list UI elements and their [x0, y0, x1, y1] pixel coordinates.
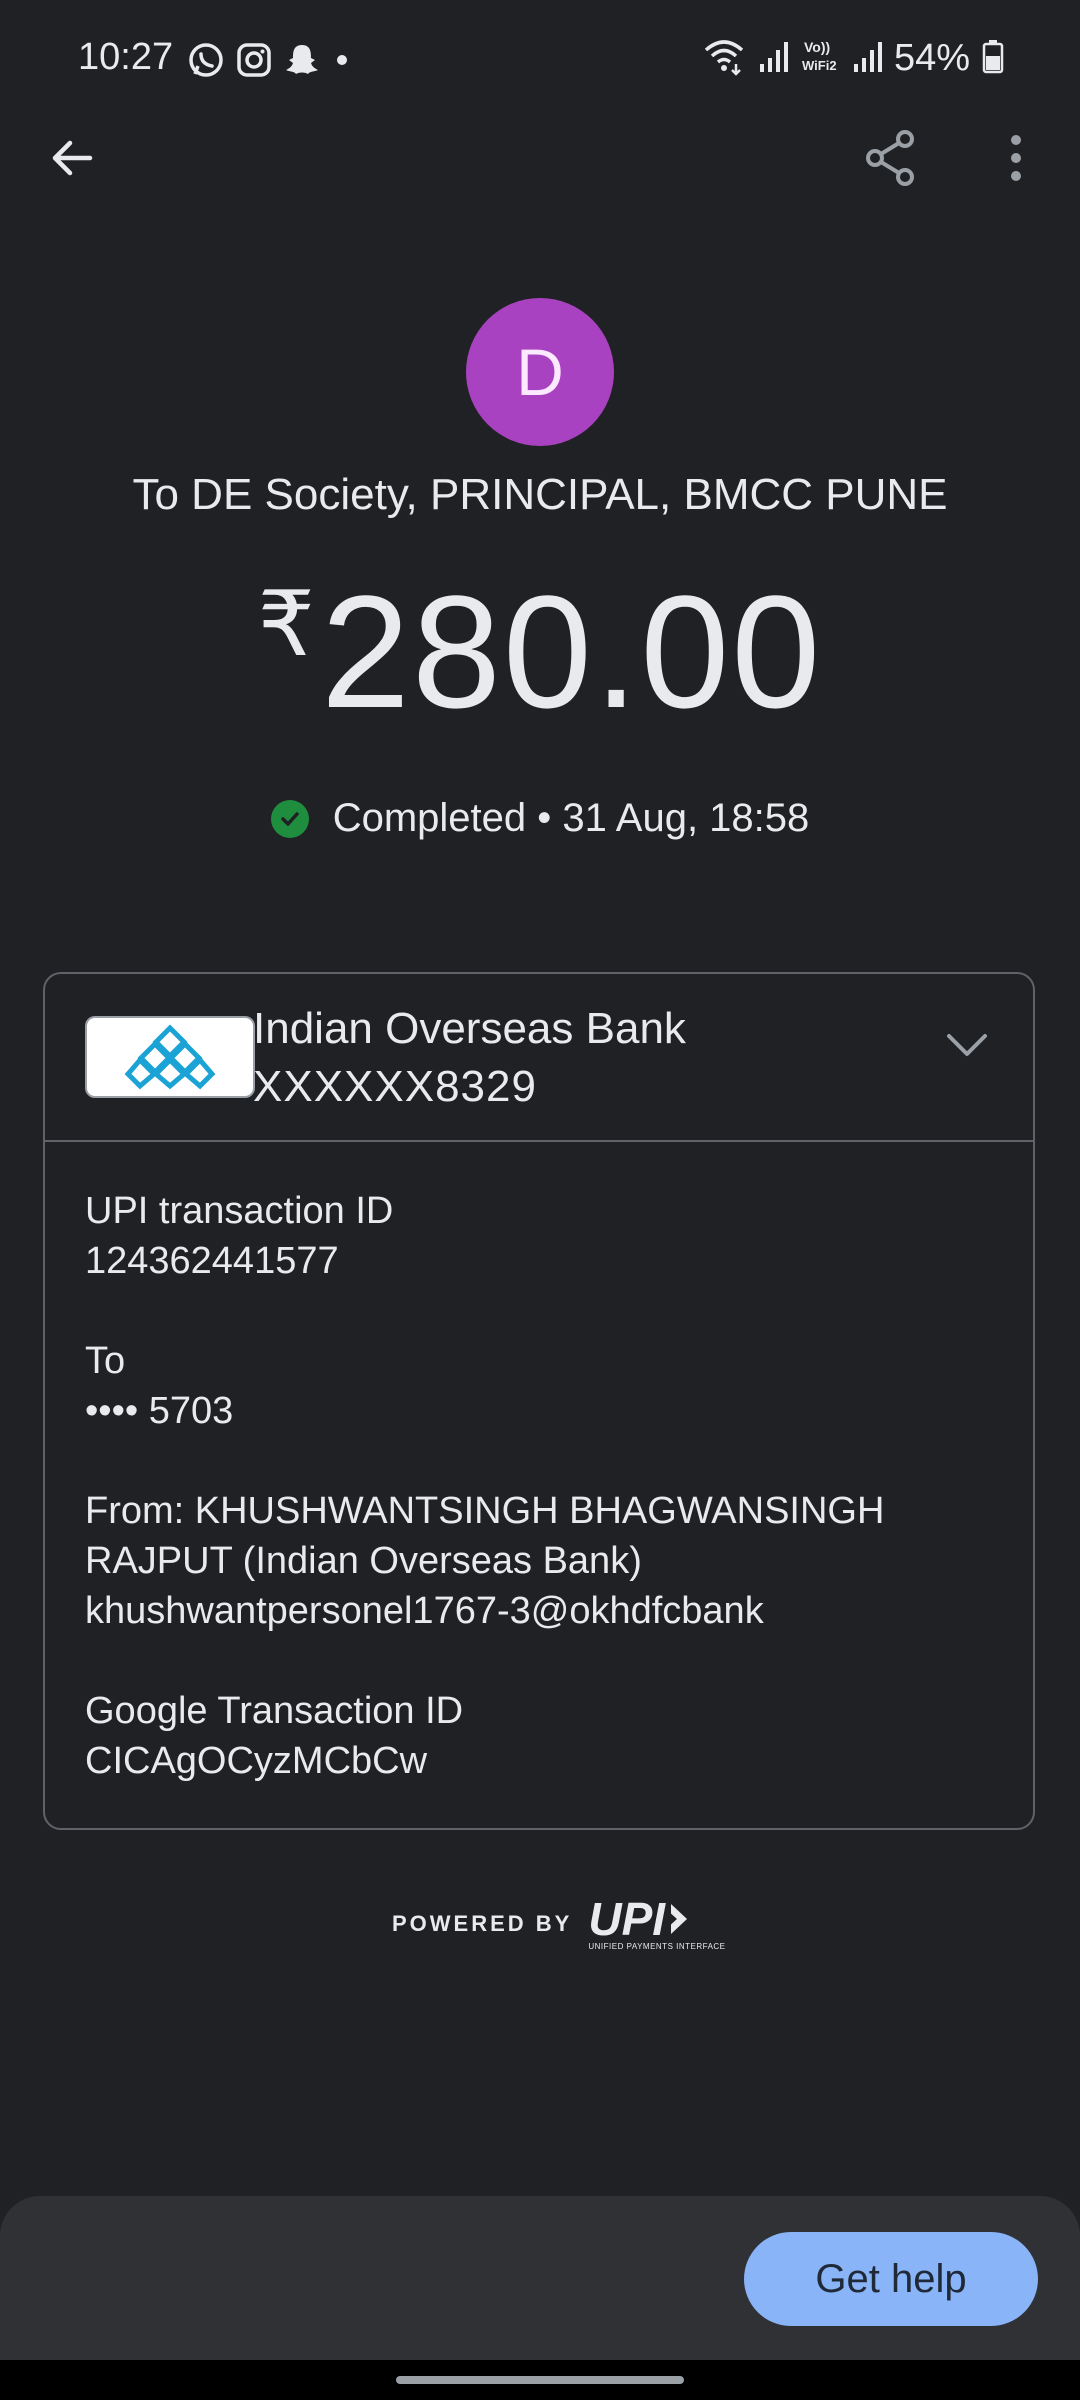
upi-transaction-id-value: 124362441577 — [85, 1240, 339, 1282]
bank-logo — [85, 1016, 255, 1098]
upi-logo: UPI UNIFIED PAYMENTS INTERFACE — [588, 1896, 725, 1951]
share-icon — [863, 129, 917, 192]
bank-name: Indian Overseas Bank — [253, 1004, 686, 1053]
from-line-2: RAJPUT (Indian Overseas Bank) — [85, 1540, 642, 1582]
upi-arrow-icon — [667, 1904, 688, 1934]
gesture-handle[interactable] — [396, 2376, 684, 2384]
instagram-icon — [236, 42, 272, 83]
powered-by-text: POWERED BY — [392, 1910, 573, 1936]
battery-percent: 54% — [893, 37, 970, 79]
google-transaction-id-label: Google Transaction ID — [85, 1690, 464, 1732]
amount-value: 280.00 — [320, 562, 823, 741]
system-icons: Vo)) WiFi2 54% — [702, 36, 1004, 81]
notification-icons — [186, 40, 352, 85]
google-transaction-id: Google Transaction ID CICAgOCyzMCbCw — [85, 1686, 1005, 1786]
share-button[interactable] — [854, 124, 926, 196]
avatar: D — [466, 298, 614, 446]
snapchat-icon — [282, 40, 322, 85]
get-help-button[interactable]: Get help — [744, 2232, 1038, 2326]
powered-by-upi: POWERED BY UPI UNIFIED PAYMENTS INTERFAC… — [392, 1896, 726, 1951]
back-button[interactable] — [36, 124, 108, 196]
svg-text:Vo)): Vo)) — [804, 39, 830, 55]
from-line-1: From: KHUSHWANTSINGH BHAGWANSINGH — [85, 1490, 885, 1532]
to-label: To — [85, 1340, 126, 1382]
upi-transaction-id: UPI transaction ID 124362441577 — [85, 1186, 1005, 1286]
avatar-letter: D — [516, 335, 564, 409]
to-value: •••• 5703 — [85, 1390, 234, 1432]
payment-status: Completed • 31 Aug, 18:58 — [0, 796, 1080, 841]
from-account: From: KHUSHWANTSINGH BHAGWANSINGH RAJPUT… — [85, 1486, 1005, 1636]
upi-logo-subtext: UNIFIED PAYMENTS INTERFACE — [588, 1942, 726, 1951]
amount: ₹280.00 — [0, 560, 1080, 744]
currency-symbol: ₹ — [257, 575, 317, 675]
transaction-details-card: Indian Overseas Bank XXXXXX8329 UPI tran… — [43, 972, 1035, 1830]
dot-icon — [332, 40, 352, 85]
upi-transaction-id-label: UPI transaction ID — [85, 1190, 394, 1232]
signal-icon — [758, 36, 788, 81]
status-time: 10:27 — [78, 36, 174, 78]
to-account: To •••• 5703 — [85, 1336, 1005, 1436]
payee-title: To DE Society, PRINCIPAL, BMCC PUNE — [132, 470, 948, 519]
battery-icon — [982, 36, 1004, 81]
google-transaction-id-value: CICAgOCyzMCbCw — [85, 1740, 428, 1782]
upi-logo-text: UPI — [588, 1893, 666, 1945]
system-navigation-bar — [0, 2360, 1080, 2400]
chevron-down-icon[interactable] — [945, 1030, 989, 1065]
more-options-button[interactable] — [980, 124, 1052, 196]
top-app-bar — [0, 120, 1080, 200]
bank-account-number: XXXXXX8329 — [253, 1062, 537, 1111]
volte-wifi-icon: Vo)) WiFi2 — [800, 36, 840, 81]
check-circle-icon — [270, 799, 309, 838]
svg-text:WiFi2: WiFi2 — [802, 58, 837, 73]
status-bar: 10:27 Vo)) WiFi2 54% — [0, 0, 1080, 120]
wifi-icon — [702, 36, 746, 81]
from-vpa: khushwantpersonel1767-3@okhdfcbank — [85, 1590, 764, 1632]
arrow-left-icon — [48, 134, 96, 187]
status-text: Completed • 31 Aug, 18:58 — [332, 796, 810, 840]
signal-icon — [852, 36, 882, 81]
whatsapp-icon — [186, 40, 226, 85]
more-vert-icon — [1008, 133, 1024, 188]
bank-account-row[interactable]: Indian Overseas Bank XXXXXX8329 — [45, 974, 1033, 1142]
bottom-action-bar: Get help — [0, 2196, 1080, 2360]
